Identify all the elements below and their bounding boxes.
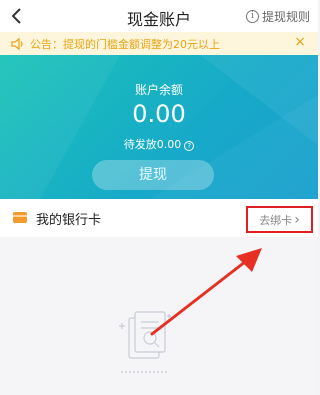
close-icon[interactable]: × bbox=[294, 34, 306, 50]
withdraw-rules-label: 提现规则 bbox=[261, 10, 310, 24]
withdraw-rules-link[interactable]: i 提现规则 bbox=[245, 8, 310, 25]
pending-label: 待发放0.00 bbox=[123, 138, 182, 151]
announcement-bar: 公告：提现的门槛金额调整为20元以上 × bbox=[0, 32, 318, 55]
bind-card-label: 去绑卡 bbox=[259, 213, 293, 227]
bind-card-button[interactable]: 去绑卡 › bbox=[246, 206, 313, 233]
bank-card-icon bbox=[13, 212, 27, 223]
pending-amount: 待发放0.00? bbox=[0, 136, 318, 152]
top-nav-bar: 现金账户 i 提现规则 bbox=[0, 0, 318, 32]
speaker-icon bbox=[11, 37, 23, 51]
balance-panel: 账户余额 0.00 待发放0.00? 提现 bbox=[0, 55, 318, 199]
balance-amount: 0.00 bbox=[132, 100, 186, 128]
info-icon: i bbox=[245, 10, 259, 23]
bank-card-label: 我的银行卡 bbox=[36, 213, 102, 228]
balance-label: 账户余额 bbox=[134, 83, 183, 97]
withdraw-button[interactable]: 提现 bbox=[92, 160, 214, 190]
chevron-right-icon: › bbox=[294, 211, 300, 228]
announcement-text: 公告：提现的门槛金额调整为20元以上 bbox=[30, 38, 220, 51]
empty-document-icon bbox=[119, 311, 171, 373]
help-icon[interactable]: ? bbox=[184, 141, 195, 151]
